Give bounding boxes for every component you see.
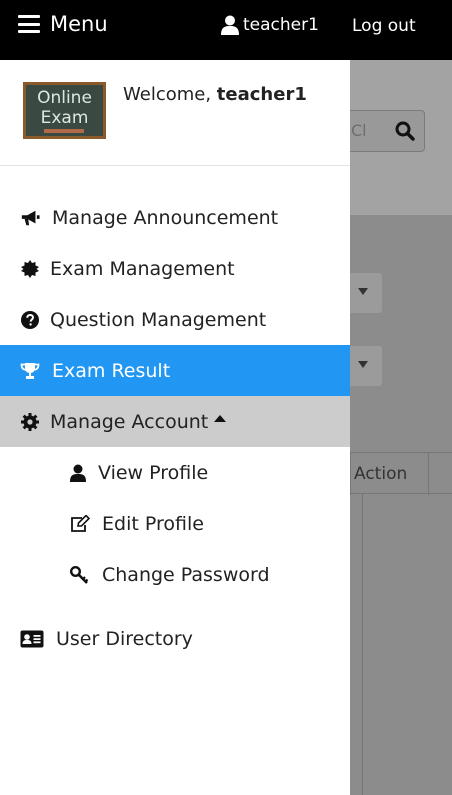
sidebar-item-exam-result[interactable]: Exam Result — [0, 345, 350, 396]
search-placeholder: Cl — [351, 121, 367, 140]
caret-up-icon — [214, 415, 227, 422]
welcome-username: teacher1 — [216, 84, 307, 105]
logo-chalk-mark — [44, 129, 84, 133]
chevron-down-icon — [358, 288, 368, 295]
search-icon — [395, 121, 415, 141]
gear-icon — [20, 412, 40, 432]
table-header-action: Action — [354, 464, 408, 484]
submenu-item-label: Change Password — [102, 563, 270, 586]
key-icon — [70, 565, 90, 585]
bullhorn-icon — [20, 208, 40, 228]
submenu-item-change-password[interactable]: Change Password — [0, 549, 350, 600]
sidebar-item-label: Manage Announcement — [52, 206, 279, 229]
online-exam-logo: Online Exam — [23, 82, 106, 139]
hamburger-icon — [18, 15, 40, 33]
table-column-line — [362, 494, 363, 795]
logout-link[interactable]: Log out — [352, 16, 416, 36]
username-label: teacher1 — [243, 15, 319, 35]
welcome-message: Welcome, teacher1 — [123, 84, 307, 105]
menu-label: Menu — [50, 12, 108, 36]
certificate-icon — [20, 259, 40, 279]
table-divider — [350, 453, 351, 495]
sidebar-item-manage-account[interactable]: Manage Account — [0, 396, 350, 447]
profile-header: Online Exam Welcome, teacher1 — [0, 60, 350, 166]
top-navbar: Menu teacher1 Log out — [0, 0, 452, 60]
submenu-item-label: Edit Profile — [102, 512, 204, 535]
submenu-item-edit-profile[interactable]: Edit Profile — [0, 498, 350, 549]
sidebar-item-exam-management[interactable]: Exam Management — [0, 243, 350, 294]
edit-icon — [70, 514, 90, 534]
submenu-item-view-profile[interactable]: View Profile — [0, 447, 350, 498]
sidebar-item-label: Question Management — [50, 308, 267, 331]
address-card-icon — [20, 629, 44, 649]
menu-toggle-button[interactable]: Menu — [18, 10, 108, 38]
user-icon — [221, 15, 239, 35]
sidebar-item-label: Exam Result — [52, 359, 171, 382]
sidebar-item-label: Exam Management — [50, 257, 235, 280]
chevron-down-icon — [358, 361, 368, 368]
question-circle-icon — [20, 310, 40, 330]
sidebar-item-manage-announcement[interactable]: Manage Announcement — [0, 192, 350, 243]
trophy-icon — [20, 361, 40, 381]
logo-line-1: Online — [37, 88, 92, 108]
submenu-item-label: View Profile — [98, 461, 209, 484]
user-icon — [68, 463, 88, 483]
sidebar-item-user-directory[interactable]: User Directory — [0, 613, 350, 664]
sidebar-item-label: User Directory — [56, 627, 193, 650]
sidebar-item-label: Manage Account — [50, 410, 209, 433]
welcome-prefix: Welcome, — [123, 84, 212, 105]
sidebar-item-question-management[interactable]: Question Management — [0, 294, 350, 345]
user-profile-link[interactable]: teacher1 — [221, 15, 319, 35]
sidebar-nav: Manage Announcement Exam Management Ques… — [0, 192, 350, 664]
table-divider — [428, 453, 429, 495]
side-drawer: Online Exam Welcome, teacher1 Manage Ann… — [0, 60, 350, 795]
logo-line-2: Exam — [40, 108, 89, 128]
